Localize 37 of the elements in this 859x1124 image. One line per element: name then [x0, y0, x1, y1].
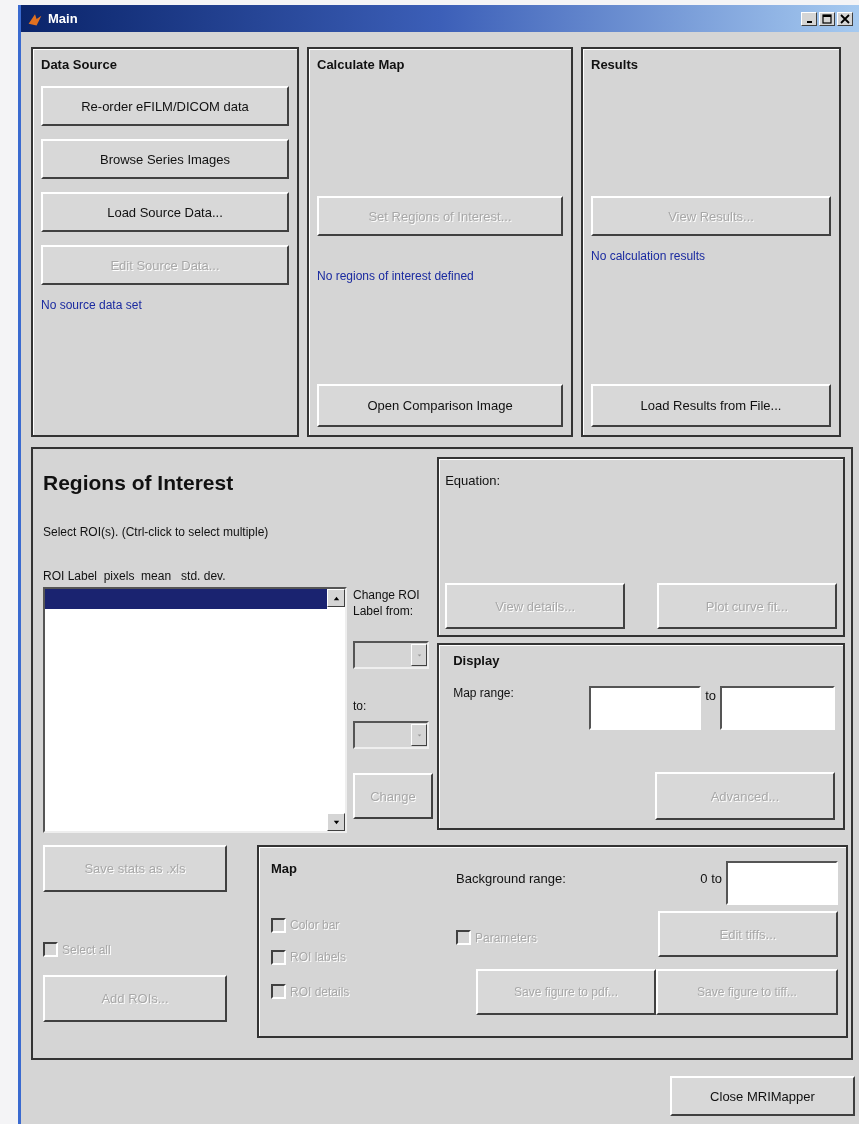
range-min-field[interactable] — [589, 686, 702, 730]
panel-title: Data Source — [41, 57, 118, 72]
minimize-icon — [805, 20, 813, 23]
to-label: to: — [353, 699, 368, 714]
close-button[interactable]: Close MRIMapper — [670, 1076, 855, 1116]
minimize-button[interactable] — [801, 11, 817, 26]
range-max-field[interactable] — [720, 686, 835, 730]
panel-title: Results — [591, 57, 639, 72]
panel-title: Map — [271, 861, 298, 878]
roi-list[interactable] — [43, 587, 347, 833]
close-window-button[interactable] — [837, 11, 853, 26]
status-text: No source data set — [41, 298, 143, 312]
scroll-down-button[interactable] — [327, 813, 345, 831]
action-button[interactable]: Load Source Data... — [41, 192, 289, 232]
equation-label: Equation: — [445, 473, 502, 488]
panel-title: Calculate Map — [317, 57, 406, 72]
panel-title: Display — [453, 653, 501, 668]
scroll-up-button[interactable] — [327, 589, 345, 607]
to-label: to — [704, 687, 717, 705]
change-label: Change ROI Label from: — [353, 587, 421, 620]
action-button[interactable]: Load Results from File... — [591, 384, 831, 427]
instruction-text: Select ROI(s). (Ctrl-click to select multiple) — [43, 525, 270, 539]
map-range-label: Map range: — [453, 686, 515, 700]
range-prefix: 0 to — [699, 870, 723, 888]
action-button[interactable]: Open Comparison Image — [317, 384, 563, 427]
background-range-field[interactable] — [726, 861, 838, 905]
background-range-label: Background range: — [456, 870, 567, 886]
status-text: No regions of interest defined — [317, 269, 475, 283]
list-header: ROI Label pixels mean std. dev. — [43, 569, 227, 583]
status-text: No calculation results — [591, 249, 707, 263]
maximize-button[interactable] — [819, 11, 835, 26]
close-icon — [840, 13, 850, 24]
section-title: Regions of Interest — [43, 471, 235, 495]
action-button[interactable]: Browse Series Images — [41, 139, 289, 179]
maximize-icon — [822, 13, 832, 24]
action-button[interactable]: Re-order eFILM/DICOM data — [41, 86, 289, 126]
window-title: Main — [48, 11, 79, 26]
